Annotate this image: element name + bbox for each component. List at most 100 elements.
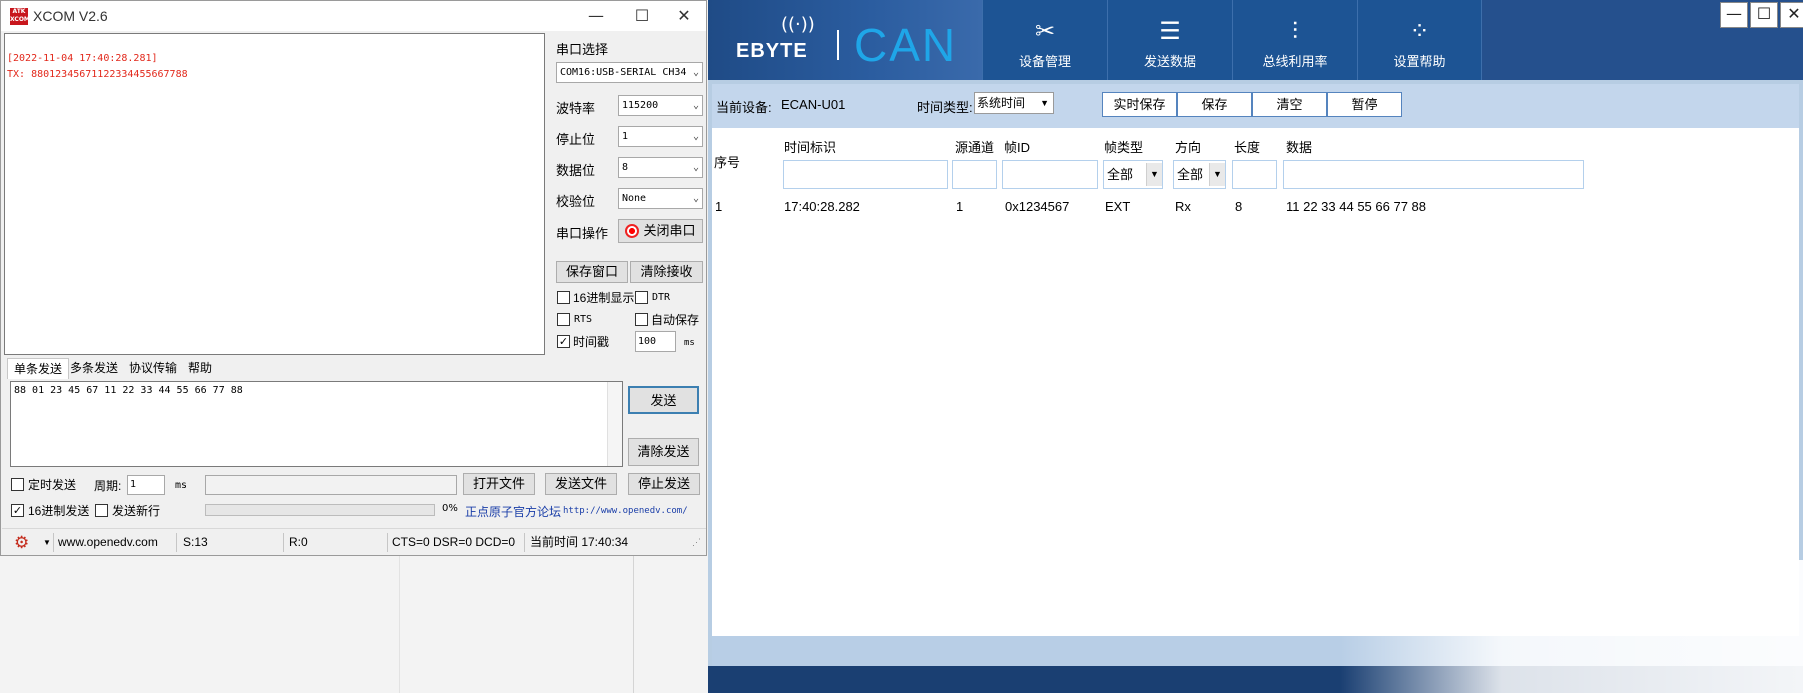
list-settings-icon: ☰ — [1159, 17, 1181, 45]
port-op-label: 串口操作 — [556, 226, 609, 241]
parity-select-value: None — [622, 193, 647, 204]
id-filter-input[interactable] — [1002, 160, 1098, 189]
col-time-header: 时间标识 — [784, 140, 837, 155]
nav-send-data[interactable]: ☰ 发送数据 — [1107, 0, 1232, 80]
clear-receive-button[interactable]: 清除接收 — [630, 261, 703, 283]
send-text-area[interactable]: 88 01 23 45 67 11 22 33 44 55 66 77 88 — [10, 381, 623, 467]
forum-link[interactable]: 正点原子官方论坛 — [465, 503, 561, 520]
clear-button[interactable]: 清空 — [1252, 92, 1327, 117]
ecan-maximize-button[interactable]: ☐ — [1750, 2, 1778, 28]
dtr-checkbox[interactable] — [635, 291, 648, 304]
time-type-label: 时间类型: — [917, 100, 973, 115]
timestamp-label: 时间戳 — [573, 335, 610, 349]
stop-send-button[interactable]: 停止发送 — [628, 473, 700, 495]
parity-select[interactable]: None ⌄ — [618, 188, 703, 209]
save-button[interactable]: 保存 — [1177, 92, 1252, 117]
ecan-close-button[interactable]: ✕ — [1780, 2, 1803, 28]
timestamp-interval-input[interactable]: 100 — [635, 331, 676, 352]
dropdown-arrow-icon: ▼ — [1040, 98, 1049, 108]
current-device-value: ECAN-U01 — [781, 97, 846, 112]
send-file-button[interactable]: 发送文件 — [545, 473, 617, 495]
nav-device-management[interactable]: ✂ 设备管理 — [982, 0, 1107, 80]
background-divider — [399, 553, 400, 693]
col-index-header: 序号 — [714, 155, 741, 170]
settings-gear-icon[interactable]: ⚙ — [14, 529, 29, 556]
dropdown-arrow-icon[interactable]: ▼ — [43, 529, 51, 556]
maximize-button[interactable]: ☐ — [619, 1, 665, 31]
frame-type-filter-select[interactable]: 全部 ▼ — [1103, 160, 1163, 189]
direction-filter-select[interactable]: 全部 ▼ — [1173, 160, 1226, 189]
clear-send-button[interactable]: 清除发送 — [628, 438, 699, 466]
baud-select[interactable]: 115200 ⌄ — [618, 95, 703, 116]
status-separator — [53, 533, 54, 552]
parity-label: 校验位 — [556, 194, 596, 209]
status-separator — [283, 533, 284, 552]
realtime-save-button[interactable]: 实时保存 — [1102, 92, 1177, 117]
period-input[interactable]: 1 — [127, 475, 165, 495]
signal-wave-icon: ((·)) — [781, 14, 815, 35]
port-select[interactable]: COM16:USB-SERIAL CH34 ⌄ — [556, 62, 703, 83]
send-progress-value: 0% — [442, 503, 458, 514]
row-data: 11 22 33 44 55 66 77 88 — [1286, 199, 1426, 214]
can-logo: CAN — [854, 19, 958, 71]
row-time: 17:40:28.282 — [784, 199, 860, 214]
timed-send-checkbox[interactable] — [11, 478, 24, 491]
send-button[interactable]: 发送 — [628, 386, 699, 414]
resize-grip-icon[interactable]: ⋰ — [692, 529, 701, 556]
save-window-button[interactable]: 保存窗口 — [556, 261, 628, 283]
rts-checkbox[interactable] — [557, 313, 570, 326]
tab-multi-send[interactable]: 多条发送 — [64, 358, 124, 379]
send-newline-label: 发送新行 — [112, 504, 161, 518]
forum-url-link[interactable]: http://www.openedv.com/ — [563, 506, 688, 516]
pause-button[interactable]: 暂停 — [1327, 92, 1402, 117]
hex-send-checkbox[interactable]: ✓ — [11, 504, 24, 517]
time-filter-input[interactable] — [783, 160, 948, 189]
receive-area[interactable]: [2022-11-04 17:40:28.281] TX: 8801234567… — [4, 33, 545, 355]
open-file-button[interactable]: 打开文件 — [463, 473, 535, 495]
autosave-label: 自动保存 — [651, 313, 700, 327]
status-received-count: R:0 — [289, 535, 308, 549]
col-length-header: 长度 — [1234, 140, 1261, 155]
nav-bus-utilization[interactable]: ⫶ 总线利用率 — [1232, 0, 1357, 80]
ecan-minimize-button[interactable]: — — [1720, 2, 1748, 28]
status-separator — [387, 533, 388, 552]
ecan-main-panel: 当前设备: ECAN-U01 时间类型: 系统时间 ▼ 实时保存 保存 清空 暂… — [712, 84, 1799, 636]
xcom-title-bar[interactable]: ATK XCOM XCOM V2.6 — ☐ ✕ — [1, 1, 706, 31]
send-scrollbar[interactable] — [607, 382, 622, 466]
minimize-button[interactable]: — — [573, 1, 619, 31]
databit-select-value: 8 — [622, 162, 629, 173]
tab-single-send[interactable]: 单条发送 — [7, 358, 70, 379]
port-select-label: 串口选择 — [556, 42, 609, 57]
period-label: 周期: — [94, 479, 122, 493]
data-filter-input[interactable] — [1283, 160, 1584, 189]
xcom-window: ATK XCOM XCOM V2.6 — ☐ ✕ [2022-11-04 17:4… — [0, 0, 707, 556]
current-device-label: 当前设备: — [716, 100, 772, 115]
length-filter-input[interactable] — [1232, 160, 1277, 189]
send-newline-checkbox[interactable] — [95, 504, 108, 517]
port-status-indicator-icon — [625, 224, 639, 238]
hex-display-checkbox[interactable] — [557, 291, 570, 304]
autosave-checkbox[interactable] — [635, 313, 648, 326]
channel-filter-input[interactable] — [952, 160, 997, 189]
tab-help[interactable]: 帮助 — [182, 358, 218, 379]
timestamp-unit: ms — [684, 338, 695, 348]
close-button[interactable]: ✕ — [661, 1, 707, 31]
stopbit-select[interactable]: 1 ⌄ — [618, 126, 703, 147]
row-index: 1 — [715, 199, 723, 214]
file-path-field[interactable] — [205, 475, 457, 495]
receive-timestamp-line: [2022-11-04 17:40:28.281] — [7, 53, 158, 64]
hex-display-label: 16进制显示 — [573, 291, 635, 305]
close-port-button[interactable]: 关闭串口 — [618, 219, 703, 243]
nav-settings-help[interactable]: ⁘ 设置帮助 — [1357, 0, 1482, 80]
time-type-select[interactable]: 系统时间 ▼ — [974, 92, 1054, 114]
col-type-header: 帧类型 — [1104, 140, 1144, 155]
tab-protocol[interactable]: 协议传输 — [123, 358, 183, 379]
chevron-down-icon: ⌄ — [692, 131, 699, 142]
receive-tx-line: TX: 8801234567112233445566778​8 — [7, 69, 188, 80]
status-bar: ⚙ ▼ www.openedv.com S:13 R:0 CTS=0 DSR=0… — [2, 528, 706, 555]
chevron-down-icon: ⌄ — [692, 67, 699, 78]
timestamp-checkbox[interactable]: ✓ — [557, 335, 570, 348]
databit-label: 数据位 — [556, 163, 596, 178]
databit-select[interactable]: 8 ⌄ — [618, 157, 703, 178]
direction-filter-value: 全部 — [1177, 167, 1204, 182]
